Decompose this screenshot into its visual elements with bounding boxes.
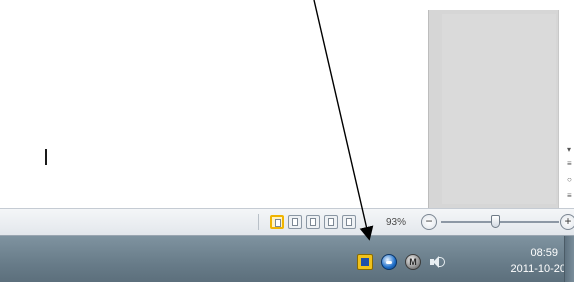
zoom-slider-thumb[interactable]: [491, 215, 501, 228]
language-flag-icon[interactable]: [357, 254, 373, 270]
zoom-in-icon[interactable]: +: [560, 214, 574, 230]
network-globe-icon[interactable]: [381, 254, 397, 270]
clock-date[interactable]: 2011-10-20: [511, 263, 566, 276]
clock-time[interactable]: 08:59: [530, 247, 558, 260]
outline-view-icon[interactable]: [324, 215, 338, 229]
web-layout-view-icon[interactable]: [306, 215, 320, 229]
browse-previous-icon[interactable]: ≡: [567, 160, 572, 168]
zoom-level-button[interactable]: 93%: [386, 217, 406, 229]
side-pane-inner: [442, 14, 556, 204]
volume-icon[interactable]: [429, 254, 447, 270]
print-layout-view-icon[interactable]: [270, 215, 284, 229]
document-page[interactable]: [0, 0, 428, 208]
status-bar: 93% − +: [0, 208, 574, 236]
screenshot-stage: ▾ ≡ ○ ≡ 93% − + M 08:59 2011-10-20: [0, 0, 574, 282]
status-bar-separator: [258, 214, 259, 230]
show-desktop-button[interactable]: [564, 236, 574, 282]
draft-view-icon[interactable]: [342, 215, 356, 229]
windows-taskbar: [0, 236, 574, 282]
scroll-down-arrow-icon[interactable]: ▾: [567, 146, 571, 154]
text-insertion-cursor: [45, 149, 47, 165]
browse-object-icon[interactable]: ○: [567, 176, 572, 184]
browse-next-icon[interactable]: ≡: [567, 192, 572, 200]
full-screen-reading-view-icon[interactable]: [288, 215, 302, 229]
zoom-out-icon[interactable]: −: [421, 214, 437, 230]
m-app-icon[interactable]: M: [405, 254, 421, 270]
